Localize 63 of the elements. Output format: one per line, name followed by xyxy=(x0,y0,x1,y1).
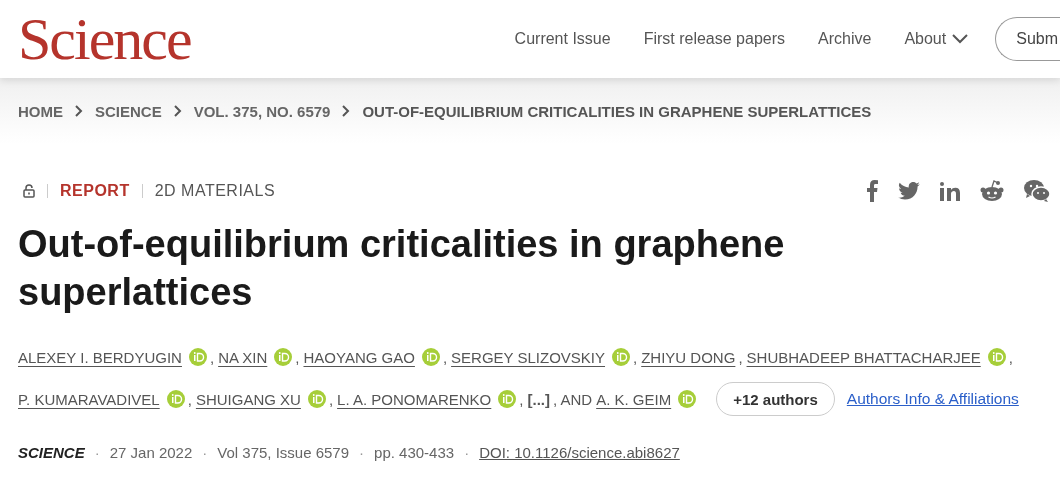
orcid-icon[interactable] xyxy=(166,390,185,408)
chevron-right-icon xyxy=(342,105,351,117)
more-authors-ellipsis[interactable]: [...] xyxy=(527,390,550,408)
article-category[interactable]: 2D MATERIALS xyxy=(154,182,276,200)
separator-dot: · xyxy=(464,444,470,461)
orcid-icon[interactable] xyxy=(498,390,517,408)
submit-button[interactable]: Subm xyxy=(995,17,1060,61)
orcid-icon[interactable] xyxy=(274,348,293,366)
nav-link[interactable]: Archive xyxy=(818,30,872,48)
wechat-icon[interactable] xyxy=(1024,180,1050,202)
author-separator: , xyxy=(519,390,524,408)
separator-dot: · xyxy=(359,444,365,461)
nav-link[interactable]: Current Issue xyxy=(514,30,611,48)
author-link[interactable]: SHUBHADEEP BHATTACHARJEE xyxy=(746,348,981,366)
linkedin-icon[interactable] xyxy=(940,181,960,201)
author-link[interactable]: ZHIYU DONG xyxy=(641,348,736,366)
breadcrumb-link[interactable]: OUT-OF-EQUILIBRIUM CRITICALITIES IN GRAPHENE SUPERLATTICES xyxy=(362,102,872,120)
author-separator: , xyxy=(328,390,334,408)
chevron-right-icon xyxy=(75,105,83,117)
chevron-down-icon xyxy=(952,34,969,44)
separator-dot: · xyxy=(202,444,208,461)
reddit-icon[interactable] xyxy=(980,180,1004,202)
publication-date: 27 Jan 2022 xyxy=(109,444,193,461)
orcid-icon[interactable] xyxy=(987,348,1006,366)
author-separator: , xyxy=(738,348,743,366)
twitter-icon[interactable] xyxy=(898,182,920,200)
author-link[interactable]: NA XIN xyxy=(218,348,268,366)
orcid-icon[interactable] xyxy=(307,390,326,408)
author-link[interactable]: HAOYANG GAO xyxy=(303,348,415,366)
orcid-icon[interactable] xyxy=(678,390,697,408)
chevron-right-icon xyxy=(173,105,182,117)
author-separator: , xyxy=(442,348,448,366)
author-separator: , xyxy=(295,348,300,366)
author-link[interactable]: P. KUMARAVADIVEL xyxy=(18,390,160,408)
breadcrumb-link[interactable]: SCIENCE xyxy=(95,102,162,120)
author-separator: , xyxy=(209,348,215,366)
article-title: Out-of-equilibrium criticalities in graphene superlattices xyxy=(18,222,786,315)
volume-issue: Vol 375, Issue 6579 xyxy=(217,444,350,461)
more-authors-button[interactable]: +12 authors xyxy=(716,382,835,416)
orcid-icon[interactable] xyxy=(188,348,207,366)
article-type[interactable]: REPORT xyxy=(60,182,130,200)
separator-dot: · xyxy=(94,444,100,461)
affiliations-link[interactable]: Authors Info & Affiliations xyxy=(846,390,1019,408)
author-link[interactable]: ALEXEY I. BERDYUGIN xyxy=(18,348,182,366)
author-link[interactable]: SHUIGANG XU xyxy=(195,390,301,408)
science-logo[interactable]: Science xyxy=(18,9,191,69)
page-range: pp. 430-433 xyxy=(374,444,455,461)
orcid-icon[interactable] xyxy=(421,348,440,366)
orcid-icon[interactable] xyxy=(612,348,631,366)
nav-link[interactable]: First release papers xyxy=(643,30,786,48)
facebook-icon[interactable] xyxy=(866,180,878,202)
journal-name: SCIENCE xyxy=(18,444,85,461)
doi-link[interactable]: DOI: 10.1126/science.abi8627 xyxy=(479,444,680,461)
author-separator: , xyxy=(1008,348,1013,366)
author-link[interactable]: A. K. GEIM xyxy=(596,390,672,408)
author-separator: , xyxy=(633,348,638,366)
author-separator: , xyxy=(187,390,192,408)
author-link[interactable]: L. A. PONOMARENKO xyxy=(337,390,492,408)
nav-link[interactable]: About xyxy=(904,30,969,48)
author-link[interactable]: SERGEY SLIZOVSKIY xyxy=(451,348,606,366)
author-separator: , AND xyxy=(552,390,593,408)
breadcrumb-link[interactable]: VOL. 375, NO. 6579 xyxy=(193,102,331,120)
breadcrumb-link[interactable]: HOME xyxy=(18,102,63,120)
